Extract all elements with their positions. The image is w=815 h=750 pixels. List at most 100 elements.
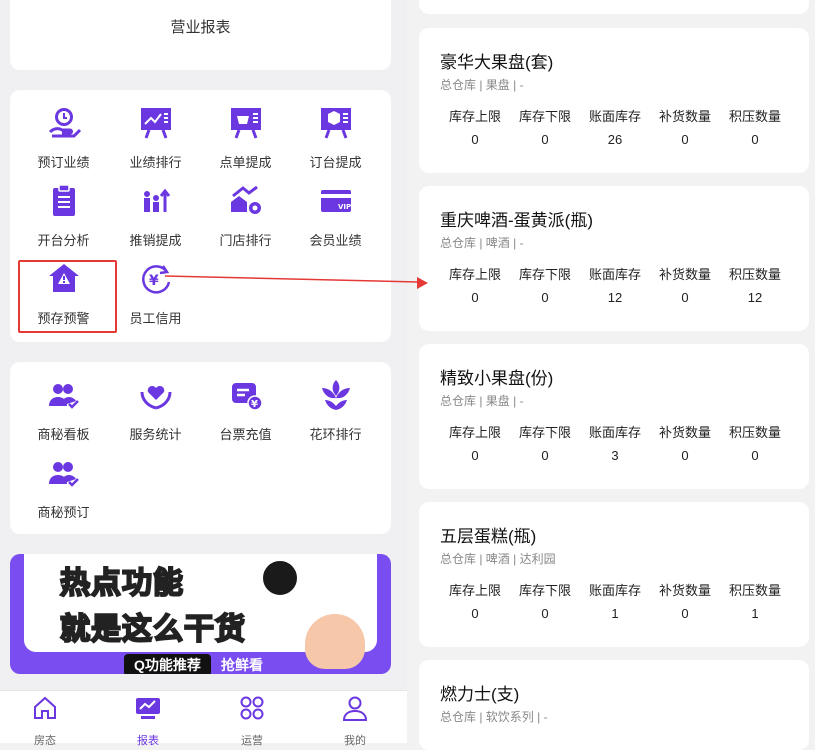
bottom-tab-bar: 房态 报表 运营 我的 [0, 690, 407, 747]
clock-hand-icon [48, 108, 81, 138]
stat-header: 积压数量 [728, 425, 781, 440]
menu-item-ticket-recharge[interactable]: ¥ 台票充值 [198, 378, 293, 443]
stock-stat: 库存下限 0 [510, 580, 580, 621]
stock-stat: 积压数量 0 [720, 422, 790, 463]
flower-icon [321, 380, 350, 410]
tab-label: 报表 [137, 735, 159, 747]
users-check-icon [48, 384, 79, 409]
tab-room-status[interactable]: 房态 [10, 695, 80, 748]
product-name: 重庆啤酒-蛋黄派(瓶) [440, 211, 593, 230]
menu-item-label: 预订业绩 [37, 155, 90, 170]
stat-value: 0 [471, 448, 479, 463]
stat-header: 库存下限 [518, 583, 571, 598]
tab-label: 我的 [344, 735, 366, 747]
menu-item-sales-commission[interactable]: 推销提成 [108, 184, 203, 249]
menu-item-label: 推销提成 [129, 233, 182, 248]
banner-preview-label: 抢鲜看 [221, 657, 263, 673]
tab-reports[interactable]: 报表 [113, 695, 183, 748]
chart-screen-icon [136, 698, 160, 719]
pointing-hand-icon [305, 614, 365, 669]
stock-stat: 补货数量 0 [650, 106, 720, 147]
menu-item-service-stats[interactable]: 服务统计 [108, 378, 203, 443]
stock-stat: 账面库存 26 [580, 106, 650, 147]
stat-header: 库存上限 [448, 425, 501, 440]
stat-header: 库存上限 [448, 109, 501, 124]
user-icon [342, 696, 368, 721]
stat-value: 3 [611, 448, 619, 463]
stock-stat: 库存上限 0 [440, 580, 510, 621]
menu-item-order-commission[interactable]: 点单提成 [198, 106, 293, 171]
stock-stat: 库存上限 0 [440, 106, 510, 147]
product-name: 豪华大果盘(套) [440, 53, 554, 72]
stat-value: 12 [607, 290, 623, 305]
stat-value: 12 [747, 290, 763, 305]
report-panel: 营业报表 预订业绩 业绩排行 点单提成 订台提成 开台分析 推销提成 门店排行 … [0, 0, 407, 747]
stock-stat: 账面库存 12 [580, 264, 650, 305]
menu-item-table-analysis[interactable]: 开台分析 [16, 184, 111, 249]
stock-stat: 库存上限 0 [440, 264, 510, 305]
stock-stat: 账面库存 3 [580, 422, 650, 463]
menu-item-label: 商秘看板 [37, 427, 90, 442]
tab-mine[interactable]: 我的 [320, 695, 390, 748]
trend-board-icon [140, 108, 171, 139]
tab-label: 运营 [241, 735, 263, 747]
stock-stat: 库存下限 0 [510, 106, 580, 147]
product-category: 总仓库 | 啤酒 | - [440, 236, 524, 250]
stock-stat: 库存下限 0 [510, 264, 580, 305]
menu-item-table-booking-commission[interactable]: 订台提成 [288, 106, 383, 171]
stat-value: 0 [471, 606, 479, 621]
menu-item-label: 员工信用 [129, 311, 182, 326]
stat-value: 0 [541, 606, 549, 621]
svg-text:VIP: VIP [338, 203, 351, 211]
stock-stat: 积压数量 0 [720, 106, 790, 147]
users-check-icon [48, 462, 79, 487]
menu-item-secretary-dashboard[interactable]: 商秘看板 [16, 378, 111, 443]
product-category: 总仓库 | 啤酒 | 达利园 [440, 552, 556, 566]
menu-item-member-performance[interactable]: VIP 会员业绩 [288, 184, 383, 249]
basket-board-icon [230, 108, 261, 139]
stock-card[interactable]: 燃力士(支) 总仓库 | 软饮系列 | - [419, 660, 809, 750]
store-gear-icon [230, 185, 261, 214]
menu-item-performance-ranking[interactable]: 业绩排行 [108, 106, 203, 171]
stock-card[interactable]: 五层蛋糕(瓶) 总仓库 | 啤酒 | 达利园 库存上限 0 库存下限 0 账面库存 1 补货数量… [419, 502, 809, 647]
banner-feature-badge: Q功能推荐 [124, 654, 211, 674]
heart-hands-icon [140, 385, 171, 410]
menu-item-staff-credit[interactable]: ¥ 员工信用 [108, 262, 203, 327]
yen-refresh-icon: ¥ [141, 265, 170, 294]
stat-header: 补货数量 [658, 109, 711, 124]
stat-header: 账面库存 [588, 109, 641, 124]
stock-stat: 库存上限 0 [440, 422, 510, 463]
stat-header: 库存下限 [518, 267, 571, 282]
stat-value: 1 [611, 606, 619, 621]
menu-item-secretary-booking[interactable]: 商秘预订 [16, 456, 111, 521]
product-category: 总仓库 | 软饮系列 | - [440, 710, 548, 724]
stat-value: 0 [681, 290, 689, 305]
product-name: 五层蛋糕(瓶) [440, 527, 537, 546]
svg-text:¥: ¥ [149, 273, 159, 289]
stock-stats: 库存上限 0 库存下限 0 账面库存 1 补货数量 0 积压数量 1 [440, 580, 790, 621]
stat-header: 积压数量 [728, 583, 781, 598]
report-menu-group-2: 商秘看板 服务统计 ¥ 台票充值 花环排行 商秘预订 [10, 362, 391, 534]
menu-item-label: 业绩排行 [129, 155, 182, 170]
ticket-yen-icon: ¥ [231, 383, 263, 411]
menu-item-store-ranking[interactable]: 门店排行 [198, 184, 293, 249]
report-header-card: 营业报表 [10, 0, 391, 70]
promo-banner[interactable]: 热点功能 就是这么干货 Q功能推荐 抢鲜看 [10, 554, 391, 674]
product-category: 总仓库 | 果盘 | - [440, 394, 524, 408]
stock-card[interactable]: 精致小果盘(份) 总仓库 | 果盘 | - 库存上限 0 库存下限 0 账面库存 3 补货数量 0… [419, 344, 809, 489]
stat-header: 积压数量 [728, 109, 781, 124]
stat-value: 0 [751, 132, 759, 147]
stock-card[interactable]: 重庆啤酒-蛋黄派(瓶) 总仓库 | 啤酒 | - 库存上限 0 库存下限 0 账面库存 12 补… [419, 186, 809, 331]
menu-item-label: 点单提成 [219, 155, 272, 170]
stat-value: 0 [471, 132, 479, 147]
tab-operations[interactable]: 运营 [217, 695, 287, 748]
stat-header: 库存下限 [518, 109, 571, 124]
menu-item-garland-ranking[interactable]: 花环排行 [288, 378, 383, 443]
svg-text:¥: ¥ [251, 399, 258, 410]
stat-header: 账面库存 [588, 425, 641, 440]
stock-card[interactable]: 豪华大果盘(套) 总仓库 | 果盘 | - 库存上限 0 库存下限 0 账面库存 26 补货数量… [419, 28, 809, 173]
stock-stats: 库存上限 0 库存下限 0 账面库存 26 补货数量 0 积压数量 0 [440, 106, 790, 147]
menu-item-booking-performance[interactable]: 预订业绩 [16, 106, 111, 171]
highlight-box [18, 260, 117, 333]
stat-header: 账面库存 [588, 267, 641, 282]
